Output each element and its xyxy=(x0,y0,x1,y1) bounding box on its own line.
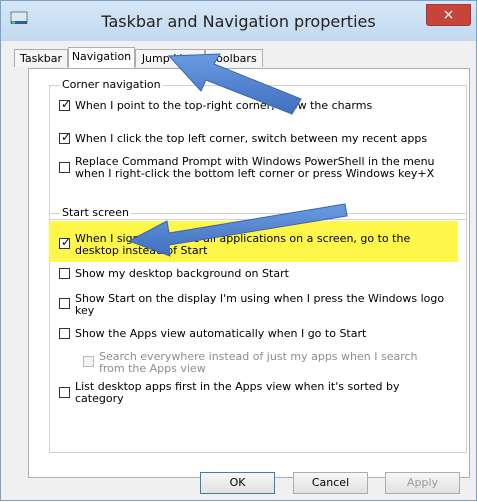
option-label: When I point to the top-right corner, sh… xyxy=(75,99,373,112)
option-label: List desktop apps first in the Apps view… xyxy=(75,380,400,405)
checkbox[interactable] xyxy=(59,162,70,173)
apply-button: Apply xyxy=(385,472,460,494)
checkbox[interactable] xyxy=(59,328,70,339)
checkbox[interactable]: ✓ xyxy=(59,235,72,249)
option-label: Show the Apps view automatically when I … xyxy=(75,327,367,340)
ok-button[interactable]: OK xyxy=(200,472,275,494)
checkbox[interactable] xyxy=(59,268,70,279)
checkmark-icon: ✓ xyxy=(61,97,72,111)
corner-navigation-legend: Corner navigation xyxy=(60,78,163,91)
window-title: Taskbar and Navigation properties xyxy=(101,12,376,31)
option-label: When I click the top left corner, switch… xyxy=(75,132,428,145)
cancel-button[interactable]: Cancel xyxy=(293,472,368,494)
checkbox[interactable] xyxy=(59,387,70,398)
option-label: When I sign in or close all applications… xyxy=(75,232,411,257)
properties-dialog: Taskbar and Navigation properties × Task… xyxy=(0,0,477,501)
tab-navigation[interactable]: Navigation xyxy=(68,47,135,70)
option-label: Search everywhere instead of just my app… xyxy=(99,350,418,375)
checkbox[interactable]: ✓ xyxy=(59,97,72,111)
start-screen-legend: Start screen xyxy=(60,206,131,219)
option-label: Show Start on the display I'm using when… xyxy=(75,292,445,317)
checkmark-icon: ✓ xyxy=(61,130,72,144)
tab-toolbars[interactable]: Toolbars xyxy=(205,49,263,67)
tab-taskbar[interactable]: Taskbar xyxy=(14,49,68,67)
close-button[interactable]: × xyxy=(426,4,471,26)
checkbox[interactable] xyxy=(59,298,70,309)
tab-jump-lists[interactable]: Jump Lists xyxy=(135,49,205,67)
option-label: Show my desktop background on Start xyxy=(75,267,289,280)
checkbox[interactable]: ✓ xyxy=(59,130,72,144)
checkmark-icon: ✓ xyxy=(61,235,72,249)
dialog-client: Taskbar Navigation Jump Lists Toolbars C… xyxy=(9,41,470,497)
option-label: Replace Command Prompt with Windows Powe… xyxy=(75,155,435,180)
title-bar[interactable]: Taskbar and Navigation properties × xyxy=(1,1,476,41)
checkbox xyxy=(83,356,94,367)
